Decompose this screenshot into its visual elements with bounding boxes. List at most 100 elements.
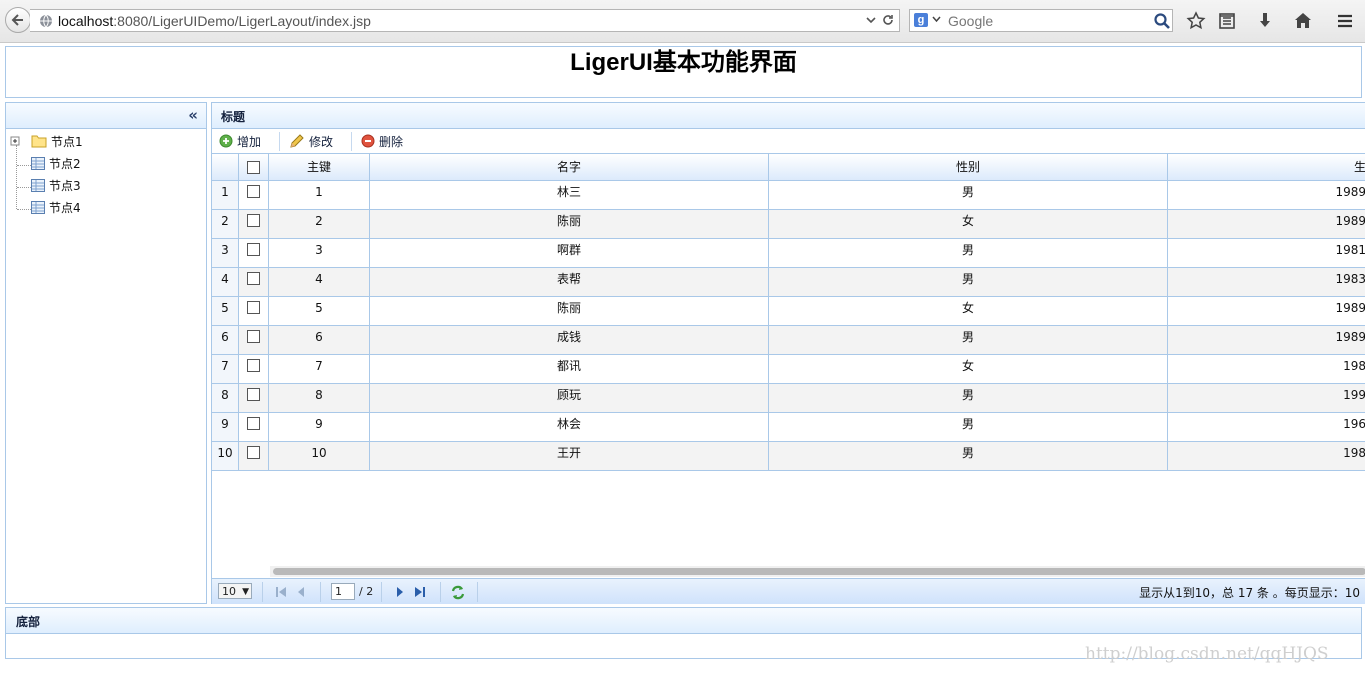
tree-node-2[interactable]: 节点2: [31, 152, 81, 174]
row-number-cell: 7: [212, 355, 239, 383]
add-button-label: 增加: [237, 134, 262, 149]
scrollbar-thumb[interactable]: [273, 568, 1365, 575]
row-checkbox[interactable]: [247, 417, 260, 430]
tree-connector: [16, 145, 17, 209]
grid-toolbar: 增加 修改 删除: [212, 129, 1365, 153]
table-row[interactable]: 3 3 啊群男 1981: [212, 239, 1365, 268]
tree-connector: [17, 165, 31, 166]
row-select-cell[interactable]: [239, 210, 269, 238]
row-select-cell[interactable]: [239, 326, 269, 354]
row-number-cell: 8: [212, 384, 239, 412]
home-icon[interactable]: [1293, 11, 1313, 31]
row-select-cell[interactable]: [239, 297, 269, 325]
horizontal-scrollbar[interactable]: [270, 566, 1365, 577]
url-bar[interactable]: localhost:8080/LigerUIDemo/LigerLayout/i…: [30, 9, 900, 32]
cell-id: 9: [269, 413, 370, 441]
search-icon[interactable]: [1153, 12, 1171, 30]
plus-expand-icon[interactable]: [10, 136, 21, 147]
table-row[interactable]: 2 2 陈丽女 1989: [212, 210, 1365, 239]
back-button[interactable]: [5, 7, 31, 33]
cell-birthday: 1989: [1335, 330, 1365, 344]
tree-node-3[interactable]: 节点3: [31, 174, 81, 196]
select-all-checkbox[interactable]: [247, 161, 260, 174]
table-row[interactable]: 9 9 林会男 196: [212, 413, 1365, 442]
tree-node-1[interactable]: 节点1: [10, 130, 83, 152]
row-checkbox[interactable]: [247, 214, 260, 227]
table-row[interactable]: 10 10 王开男 198: [212, 442, 1365, 471]
first-page-icon[interactable]: [275, 586, 287, 598]
refresh-icon[interactable]: [450, 585, 466, 600]
row-checkbox[interactable]: [247, 359, 260, 372]
add-icon: [219, 134, 233, 148]
row-select-cell[interactable]: [239, 442, 269, 470]
table-row[interactable]: 7 7 都讯女 198: [212, 355, 1365, 384]
table-row[interactable]: 6 6 成钱男 1989: [212, 326, 1365, 355]
cell-birthday: 1983: [1335, 272, 1365, 286]
row-checkbox[interactable]: [247, 272, 260, 285]
column-header-id[interactable]: 主键: [269, 154, 370, 181]
pager-separator: [262, 582, 263, 602]
table-row[interactable]: 1 1 林三男 1989: [212, 181, 1365, 210]
row-select-cell[interactable]: [239, 355, 269, 383]
folder-icon: [31, 135, 47, 148]
search-bar[interactable]: g Google: [909, 9, 1173, 32]
row-checkbox[interactable]: [247, 330, 260, 343]
row-number-cell: 10: [212, 442, 239, 470]
edit-button[interactable]: 修改: [289, 132, 333, 150]
last-page-icon[interactable]: [414, 586, 426, 598]
row-checkbox[interactable]: [247, 243, 260, 256]
google-engine-icon[interactable]: g: [914, 13, 928, 27]
row-checkbox[interactable]: [247, 185, 260, 198]
cell-sex: 男: [769, 268, 1168, 296]
bookmark-star-icon[interactable]: [1186, 11, 1206, 31]
chevron-down-icon[interactable]: [932, 16, 941, 23]
rownumber-header: [212, 154, 239, 181]
pager-separator: [440, 582, 441, 602]
url-path: :8080/LigerUIDemo/LigerLayout/index.jsp: [113, 13, 371, 29]
left-panel-header: «: [6, 103, 206, 129]
row-checkbox[interactable]: [247, 301, 260, 314]
chevron-down-icon[interactable]: [865, 14, 877, 26]
column-header-sex[interactable]: 性别: [769, 154, 1168, 181]
row-select-cell[interactable]: [239, 268, 269, 296]
menu-icon[interactable]: [1335, 11, 1355, 31]
row-checkbox[interactable]: [247, 446, 260, 459]
add-button[interactable]: 增加: [219, 132, 261, 150]
current-page-input[interactable]: 1: [331, 583, 355, 600]
download-icon[interactable]: [1255, 11, 1275, 31]
tree-connector: [17, 187, 31, 188]
reload-icon[interactable]: [881, 13, 895, 27]
left-panel: « 节点1 节点2 节点3 节点4: [5, 102, 207, 604]
column-header-name[interactable]: 名字: [370, 154, 769, 181]
delete-button[interactable]: 删除: [361, 132, 403, 150]
table-row[interactable]: 8 8 顾玩男 199: [212, 384, 1365, 413]
row-select-cell[interactable]: [239, 384, 269, 412]
table-row[interactable]: 4 4 表帮男 1983: [212, 268, 1365, 297]
prev-page-icon[interactable]: [296, 586, 306, 598]
row-select-cell[interactable]: [239, 413, 269, 441]
cell-sex: 男: [769, 413, 1168, 441]
cell-name: 陈丽: [370, 210, 769, 238]
collapse-left-icon[interactable]: «: [188, 108, 198, 123]
select-all-cell[interactable]: [239, 154, 269, 181]
row-checkbox[interactable]: [247, 388, 260, 401]
cell-id: 3: [269, 239, 370, 267]
table-row[interactable]: 5 5 陈丽女 1989: [212, 297, 1365, 326]
row-number-cell: 4: [212, 268, 239, 296]
row-select-cell[interactable]: [239, 181, 269, 209]
cell-sex: 男: [769, 326, 1168, 354]
row-select-cell[interactable]: [239, 239, 269, 267]
tree-node-4[interactable]: 节点4: [31, 196, 81, 218]
next-page-icon[interactable]: [395, 586, 405, 598]
page-header: LigerUI基本功能界面: [5, 46, 1362, 98]
delete-button-label: 删除: [379, 134, 404, 149]
grid-page-icon: [31, 178, 45, 192]
total-pages: / 2: [359, 585, 374, 598]
page-size-select[interactable]: 10 ▼: [218, 583, 252, 599]
reading-list-icon[interactable]: [1217, 11, 1237, 31]
cell-sex: 女: [769, 297, 1168, 325]
column-header-birthday[interactable]: 生: [1168, 154, 1365, 181]
main-panel-header: 标题: [212, 103, 1365, 129]
search-placeholder: Google: [948, 13, 994, 29]
delete-icon: [361, 134, 375, 148]
